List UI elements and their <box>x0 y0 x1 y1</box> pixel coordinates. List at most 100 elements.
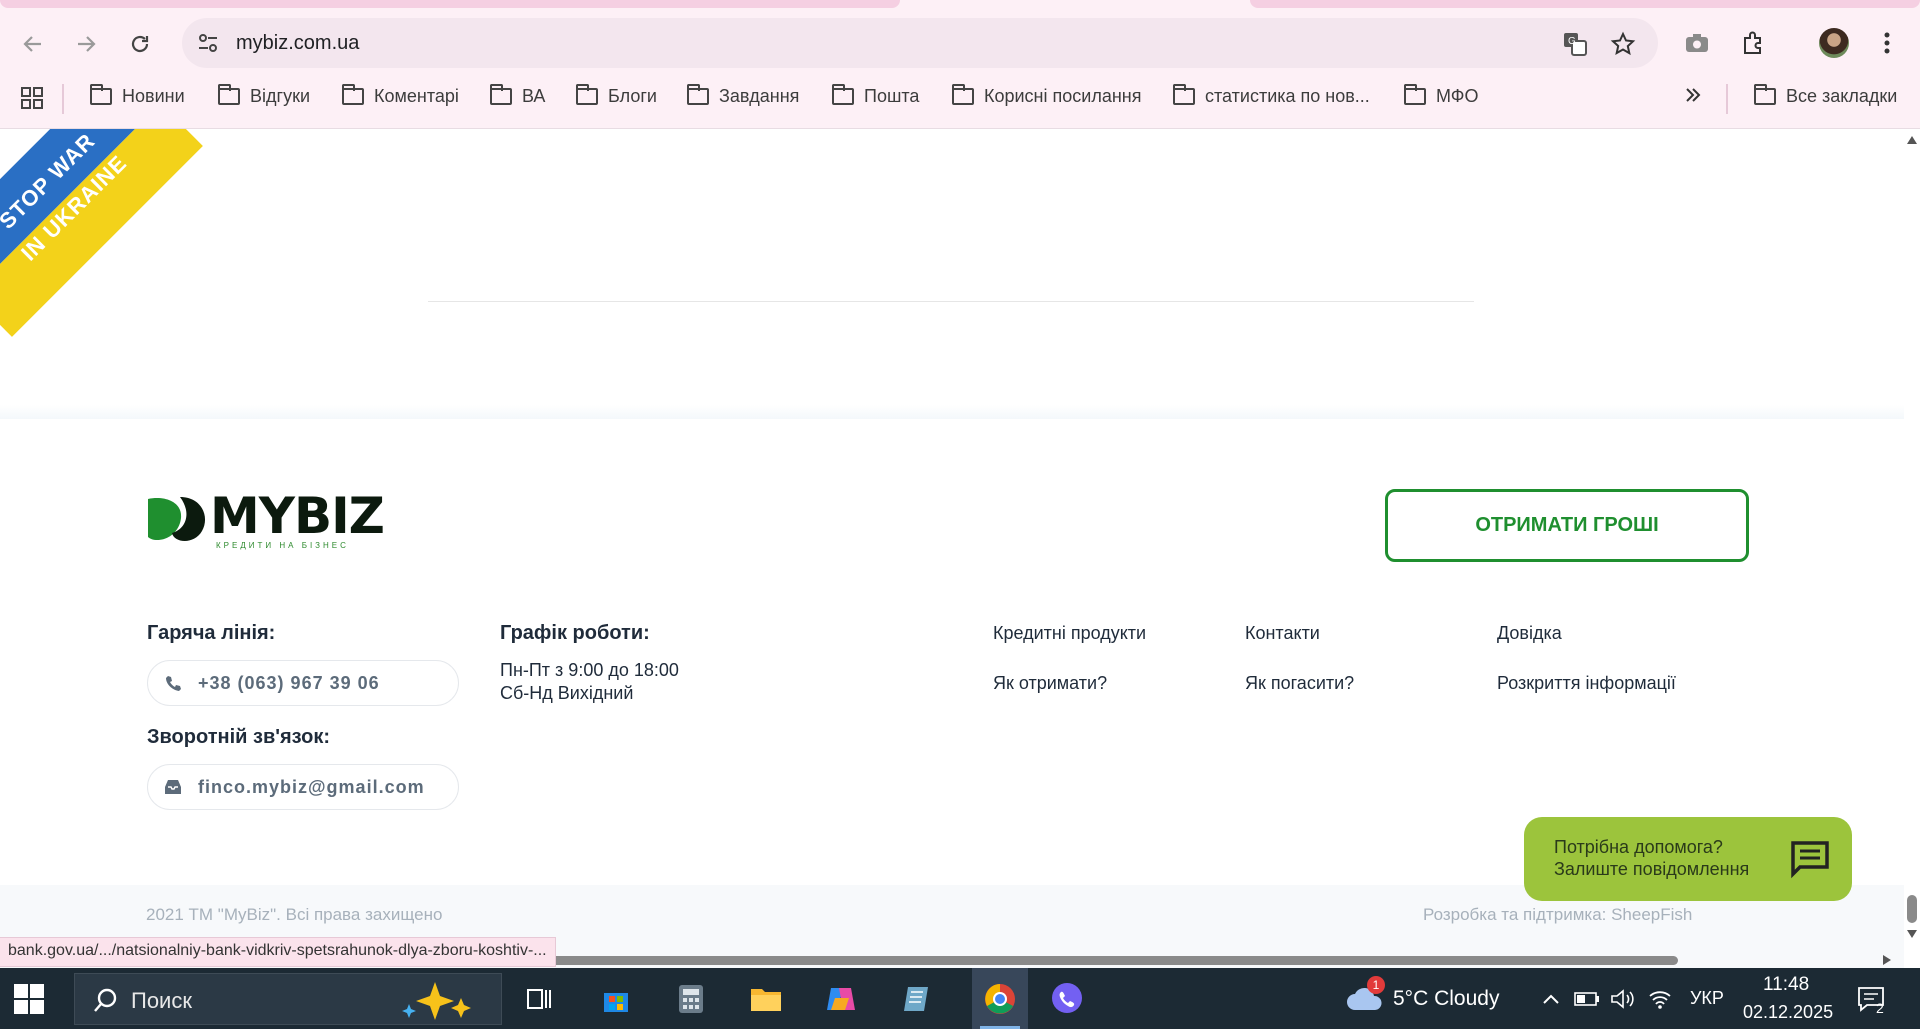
camera-icon[interactable] <box>1680 26 1714 60</box>
email-link[interactable]: finco.mybiz@gmail.com <box>147 764 459 810</box>
chevron-up-icon[interactable] <box>1534 980 1568 1018</box>
footer-link-how-to-get[interactable]: Як отримати? <box>993 673 1107 694</box>
bookmark-folder[interactable]: ВА <box>490 84 545 107</box>
footer-top-band <box>0 405 1904 419</box>
bookmark-folder[interactable]: Корисні посилання <box>952 84 1141 107</box>
tab-hint[interactable] <box>1250 0 1920 8</box>
folder-icon <box>342 84 364 105</box>
footer-link-credit-products[interactable]: Кредитні продукти <box>993 623 1146 644</box>
windows-taskbar: Поиск 1 5°C Cloudy УКР 11:48 02.12.2025 … <box>0 968 1920 1029</box>
viber-icon[interactable] <box>1048 980 1086 1018</box>
apps-icon[interactable] <box>20 86 44 110</box>
bookmark-folder[interactable]: Блоги <box>576 84 657 107</box>
bookmark-folder[interactable]: Коментарі <box>342 84 459 107</box>
star-icon[interactable] <box>1610 31 1636 57</box>
file-explorer-icon[interactable] <box>747 980 785 1018</box>
sparkle-icon <box>402 982 471 1020</box>
svg-text:G: G <box>1568 36 1576 47</box>
notes-app-icon[interactable] <box>898 980 936 1018</box>
volume-icon[interactable] <box>1606 980 1640 1018</box>
battery-icon[interactable] <box>1570 980 1604 1018</box>
bookmarks-bar: Новини Відгуки Коментарі ВА Блоги Завдан… <box>0 80 1920 118</box>
get-money-button[interactable]: ОТРИМАТИ ГРОШІ <box>1385 489 1749 562</box>
logo-subtitle: КРЕДИТИ НА БІЗНЕС <box>216 541 349 550</box>
logo-leaf-icon <box>148 497 206 541</box>
scroll-right-icon[interactable] <box>1882 954 1892 966</box>
chevron-double-right-icon <box>1686 88 1701 102</box>
scroll-up-icon[interactable] <box>1906 135 1918 145</box>
bookmark-folder[interactable]: Пошта <box>832 84 919 107</box>
folder-icon <box>1404 84 1426 105</box>
footer-link-disclosure[interactable]: Розкриття інформації <box>1497 673 1676 694</box>
section-divider <box>428 301 1474 302</box>
help-chat-widget[interactable]: Потрібна допомога? Залиште повідомлення <box>1524 817 1852 901</box>
mybiz-logo[interactable]: MYBIZ КРЕДИТИ НА БІЗНЕС <box>146 487 385 559</box>
back-button[interactable] <box>15 26 51 62</box>
vertical-scrollbar[interactable] <box>1904 129 1920 968</box>
arrow-right-icon <box>78 36 96 52</box>
address-bar[interactable]: mybiz.com.ua G <box>182 18 1658 68</box>
extensions-icon[interactable] <box>1737 26 1771 60</box>
schedule-text: Пн-Пт з 9:00 до 18:00 Сб-Нд Вихідний <box>500 659 679 705</box>
folder-icon <box>832 84 854 105</box>
chrome-icon <box>985 983 1015 1014</box>
copilot-icon[interactable] <box>822 980 860 1018</box>
bookmark-folder[interactable]: Завдання <box>687 84 799 107</box>
microsoft-store-icon[interactable] <box>597 980 635 1018</box>
phone-number: +38 (063) 967 39 06 <box>198 672 380 693</box>
folder-icon <box>218 84 240 105</box>
scroll-down-icon[interactable] <box>1906 929 1918 939</box>
wifi-icon[interactable] <box>1643 980 1677 1018</box>
horizontal-scroll-thumb[interactable] <box>520 956 1678 965</box>
more-bookmarks-button[interactable] <box>1684 86 1702 104</box>
clock-date[interactable]: 02.12.2025 <box>1743 1002 1833 1023</box>
reload-button[interactable] <box>122 26 158 62</box>
bookmark-folder[interactable]: Новини <box>90 84 185 107</box>
chat-icon <box>1791 841 1829 879</box>
task-view-icon[interactable] <box>520 980 558 1018</box>
search-icon <box>94 988 117 1012</box>
arrow-left-icon <box>23 36 41 52</box>
bookmark-folder[interactable]: статистика по нов... <box>1173 84 1370 107</box>
schedule-weekend: Сб-Нд Вихідний <box>500 683 634 703</box>
hotline-heading: Гаряча лінія: <box>147 622 276 644</box>
clock-time[interactable]: 11:48 <box>1763 974 1809 996</box>
email-address: finco.mybiz@gmail.com <box>198 776 425 797</box>
bookmark-separator <box>62 84 64 114</box>
notifications-icon[interactable]: 2 <box>1852 980 1890 1018</box>
taskbar-search[interactable]: Поиск <box>74 973 502 1025</box>
weather-icon[interactable]: 1 <box>1343 976 1387 1018</box>
phone-link[interactable]: +38 (063) 967 39 06 <box>147 660 459 706</box>
footer-link-contacts[interactable]: Контакти <box>1245 623 1320 644</box>
phone-icon <box>148 675 198 691</box>
weather-text[interactable]: 5°C Cloudy <box>1393 987 1499 1011</box>
menu-button[interactable] <box>1870 26 1904 60</box>
logo-text: MYBIZ <box>210 487 385 545</box>
copyright-text: 2021 ТМ "MyBiz". Всі права захищено <box>146 905 443 924</box>
chrome-taskbar-icon[interactable] <box>972 968 1028 1029</box>
calculator-icon[interactable] <box>672 980 710 1018</box>
start-button[interactable] <box>14 984 44 1014</box>
footer-link-how-to-repay[interactable]: Як погасити? <box>1245 673 1354 694</box>
tab-hint[interactable] <box>0 0 900 8</box>
folder-icon <box>490 84 512 105</box>
search-placeholder: Поиск <box>131 988 192 1013</box>
developer-link[interactable]: Розробка та підтримка: SheepFish <box>1423 905 1692 925</box>
help-line-2: Залиште повідомлення <box>1554 859 1750 879</box>
translate-icon[interactable]: G <box>1562 31 1588 57</box>
url-text[interactable]: mybiz.com.ua <box>236 32 359 55</box>
reload-icon <box>131 35 149 53</box>
stop-war-ribbon[interactable]: STOP WAR IN UKRAINE <box>0 129 203 337</box>
language-indicator[interactable]: УКР <box>1690 988 1724 1009</box>
forward-button[interactable] <box>68 26 104 62</box>
all-bookmarks-folder[interactable]: Все закладки <box>1754 84 1897 107</box>
bookmark-folder[interactable]: МФО <box>1404 84 1478 107</box>
feedback-heading: Зворотній зв'язок: <box>147 726 330 748</box>
footer-link-help[interactable]: Довідка <box>1497 623 1562 644</box>
profile-avatar[interactable] <box>1817 26 1851 60</box>
site-settings-icon[interactable] <box>196 31 220 55</box>
folder-icon <box>576 84 598 105</box>
bookmark-folder[interactable]: Відгуки <box>218 84 310 107</box>
vertical-scroll-thumb[interactable] <box>1907 895 1917 923</box>
avatar-icon <box>1819 28 1849 58</box>
